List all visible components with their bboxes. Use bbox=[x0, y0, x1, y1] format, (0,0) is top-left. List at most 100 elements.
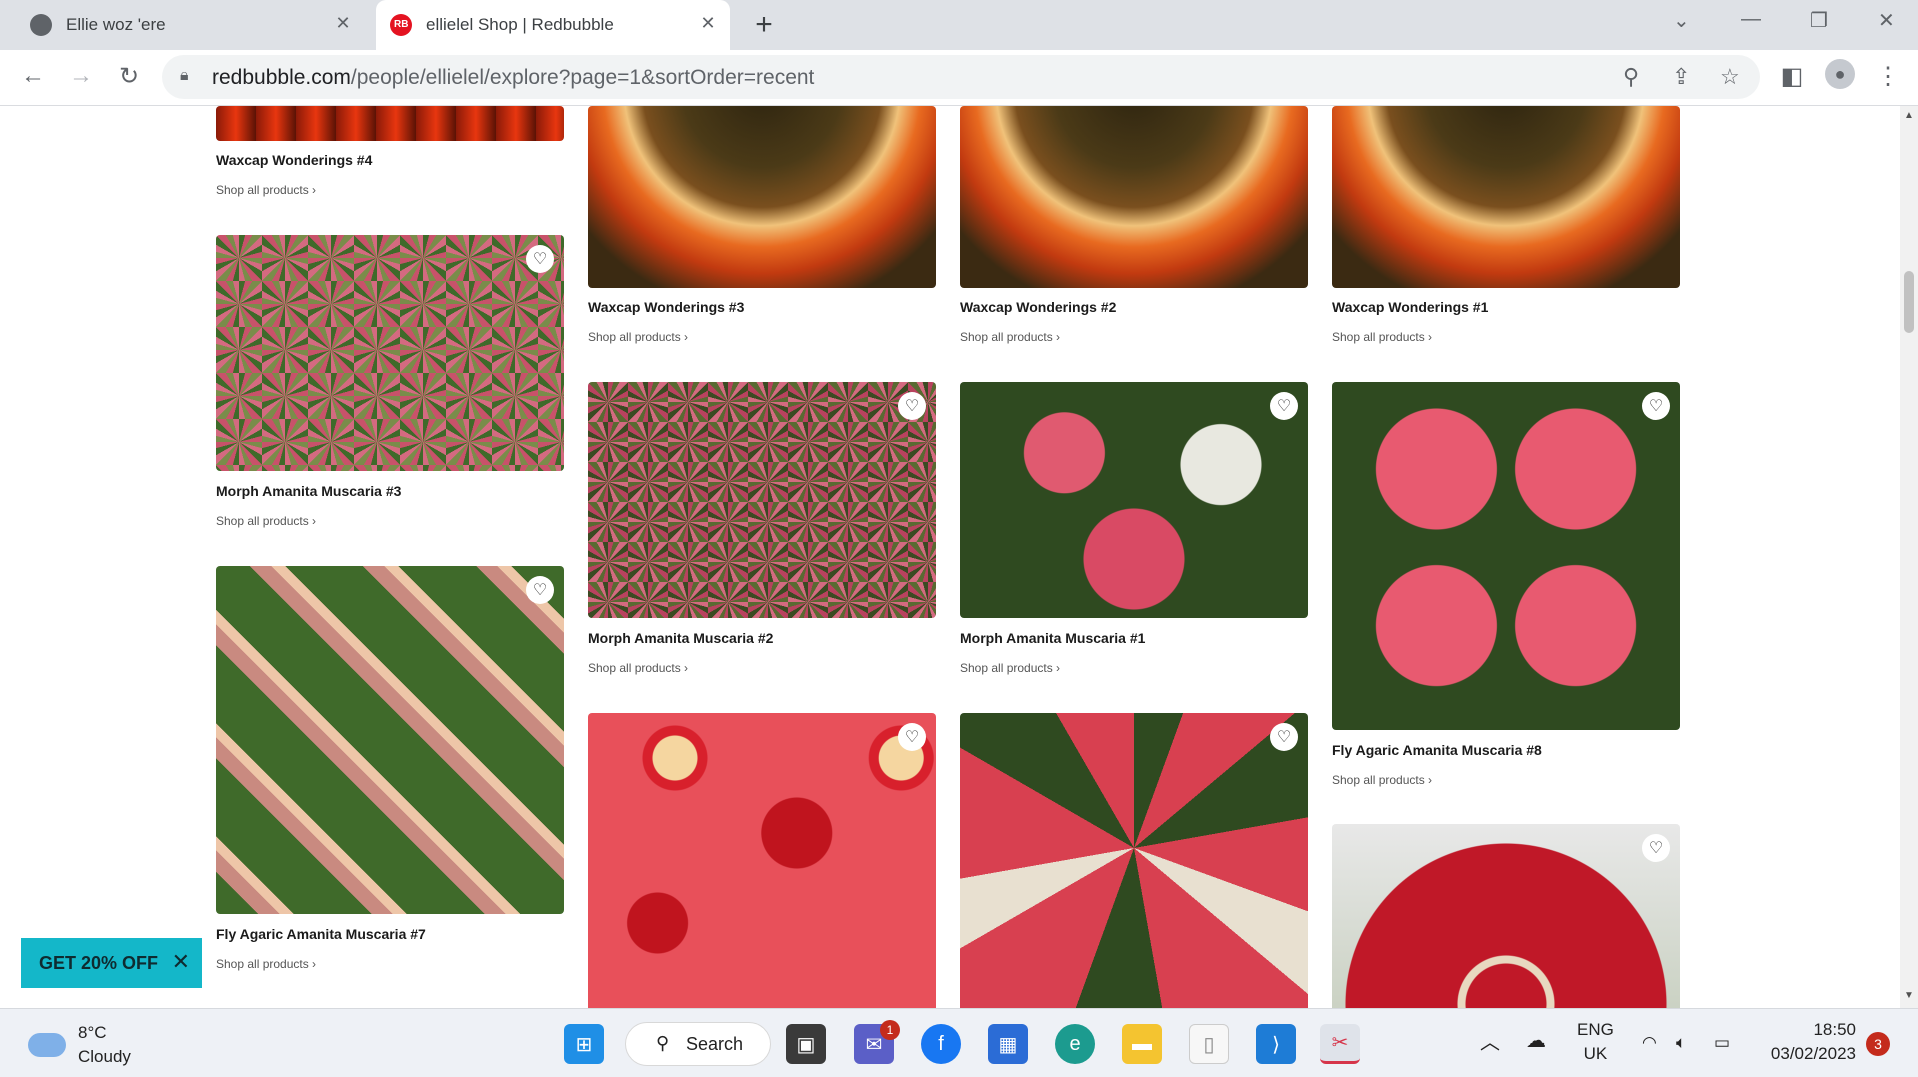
task-view-icon[interactable]: ▣ bbox=[786, 1024, 826, 1064]
new-tab-button[interactable]: + bbox=[748, 8, 780, 42]
search-icon: ⚲ bbox=[656, 1033, 670, 1053]
tab-search-icon[interactable]: ⌄ bbox=[1673, 8, 1690, 33]
onedrive-cloud-icon[interactable]: ☁ bbox=[1526, 1029, 1546, 1053]
search-label: Search bbox=[686, 1033, 744, 1054]
start-windows-icon[interactable]: ⊞ bbox=[564, 1024, 604, 1064]
region-code: UK bbox=[1583, 1044, 1608, 1063]
profile-avatar[interactable]: ● bbox=[1824, 59, 1856, 89]
shop-all-products-link[interactable]: Shop all products › bbox=[216, 514, 316, 528]
notepad-icon[interactable]: ▯ bbox=[1189, 1024, 1229, 1064]
scroll-down-icon[interactable]: ▼ bbox=[1904, 990, 1914, 1001]
wifi-icon[interactable]: ◠ bbox=[1642, 1031, 1657, 1055]
close-icon[interactable]: ✕ bbox=[331, 13, 355, 34]
share-icon[interactable]: ⇪ bbox=[1672, 64, 1690, 90]
weather-temp: 8°C bbox=[78, 1023, 107, 1042]
product-image[interactable]: ♡ bbox=[216, 566, 564, 914]
product-title[interactable]: Waxcap Wonderings #4 bbox=[216, 152, 372, 168]
show-hidden-icons-chevron[interactable]: ︿ bbox=[1480, 1031, 1500, 1055]
tab-title: ellielel Shop | Redbubble bbox=[426, 15, 614, 34]
tab-redbubble-shop[interactable]: ellielel Shop | Redbubble ✕ bbox=[376, 0, 730, 50]
shop-all-products-link[interactable]: Shop all products › bbox=[1332, 773, 1432, 787]
page-scrollbar[interactable]: ▲ ▼ bbox=[1900, 106, 1918, 1008]
zoom-icon[interactable]: ⚲ bbox=[1623, 64, 1639, 90]
vscode-icon[interactable]: ⟩ bbox=[1256, 1024, 1296, 1064]
side-panel-icon[interactable]: ◧ bbox=[1776, 62, 1808, 91]
address-bar[interactable]: 🔒︎ redbubble.com/people/ellielel/explore… bbox=[162, 55, 1760, 99]
favorite-heart-icon[interactable]: ♡ bbox=[1270, 723, 1298, 751]
favorite-heart-icon[interactable]: ♡ bbox=[1642, 834, 1670, 862]
menu-kebab-icon[interactable]: ⋮ bbox=[1872, 62, 1904, 91]
product-image[interactable]: ♡ bbox=[960, 382, 1308, 618]
cloud-icon bbox=[28, 1033, 66, 1057]
product-title[interactable]: Fly Agaric Amanita Muscaria #8 bbox=[1332, 742, 1542, 758]
promo-label[interactable]: GET 20% OFF bbox=[39, 953, 158, 974]
product-title[interactable]: Morph Amanita Muscaria #2 bbox=[588, 630, 773, 646]
bookmark-star-icon[interactable]: ☆ bbox=[1720, 64, 1740, 90]
shop-all-products-link[interactable]: Shop all products › bbox=[1332, 330, 1432, 344]
product-title[interactable]: Waxcap Wonderings #3 bbox=[588, 299, 744, 315]
close-icon[interactable]: ✕ bbox=[172, 949, 190, 975]
url-text[interactable]: redbubble.com/people/ellielel/explore?pa… bbox=[212, 66, 814, 90]
scrollbar-thumb[interactable] bbox=[1904, 271, 1914, 333]
file-explorer-icon[interactable]: ▬ bbox=[1122, 1024, 1162, 1064]
product-image[interactable]: ♡ bbox=[588, 382, 936, 618]
favorite-heart-icon[interactable]: ♡ bbox=[898, 723, 926, 751]
tab-ellie-woz-ere[interactable]: Ellie woz 'ere ✕ bbox=[20, 0, 365, 50]
product-title[interactable]: Waxcap Wonderings #2 bbox=[960, 299, 1116, 315]
favorite-heart-icon[interactable]: ♡ bbox=[1270, 392, 1298, 420]
language-indicator[interactable]: ENG UK bbox=[1577, 1018, 1614, 1066]
weather-condition: Cloudy bbox=[78, 1047, 131, 1066]
window-close-icon[interactable]: ✕ bbox=[1878, 8, 1895, 33]
favorite-heart-icon[interactable]: ♡ bbox=[1642, 392, 1670, 420]
product-image[interactable]: ♡ bbox=[1332, 824, 1680, 1008]
favorite-heart-icon[interactable]: ♡ bbox=[526, 245, 554, 273]
shop-all-products-link[interactable]: Shop all products › bbox=[216, 957, 316, 971]
language-code: ENG bbox=[1577, 1020, 1614, 1039]
scroll-up-icon[interactable]: ▲ bbox=[1904, 110, 1914, 121]
microsoft-store-icon[interactable]: ▦ bbox=[988, 1024, 1028, 1064]
shop-all-products-link[interactable]: Shop all products › bbox=[216, 183, 316, 197]
product-image[interactable] bbox=[960, 106, 1308, 288]
close-icon[interactable]: ✕ bbox=[696, 13, 720, 34]
taskbar-search-button[interactable]: ⚲ Search bbox=[625, 1022, 771, 1066]
windows-taskbar: 8°C Cloudy ⊞ ⚲ Search ▣ ✉ 1 f ▦ e ▬ ▯ ⟩ … bbox=[0, 1008, 1918, 1077]
discount-promo-button[interactable]: GET 20% OFF ✕ bbox=[21, 938, 202, 988]
lock-icon[interactable]: 🔒︎ bbox=[180, 67, 189, 85]
product-image[interactable] bbox=[216, 106, 564, 141]
edge-browser-icon[interactable]: e bbox=[1055, 1024, 1095, 1064]
shop-all-products-link[interactable]: Shop all products › bbox=[960, 330, 1060, 344]
facebook-icon[interactable]: f bbox=[921, 1024, 961, 1064]
volume-icon[interactable]: 🔈︎ bbox=[1676, 1031, 1686, 1055]
redbubble-logo-icon bbox=[390, 14, 412, 36]
battery-icon[interactable]: ▭ bbox=[1714, 1031, 1730, 1055]
shop-all-products-link[interactable]: Shop all products › bbox=[588, 330, 688, 344]
snipping-tool-icon[interactable]: ✂ bbox=[1320, 1024, 1360, 1064]
tab-strip: Ellie woz 'ere ✕ ellielel Shop | Redbubb… bbox=[0, 0, 1918, 50]
product-title[interactable]: Morph Amanita Muscaria #3 bbox=[216, 483, 401, 499]
product-title[interactable]: Morph Amanita Muscaria #1 bbox=[960, 630, 1145, 646]
product-image[interactable]: ♡ bbox=[216, 235, 564, 471]
clock-time: 18:50 bbox=[1813, 1020, 1856, 1039]
product-title[interactable]: Waxcap Wonderings #1 bbox=[1332, 299, 1488, 315]
clock[interactable]: 18:50 03/02/2023 bbox=[1760, 1018, 1856, 1066]
product-image[interactable] bbox=[588, 106, 936, 288]
reload-icon[interactable]: ↻ bbox=[113, 62, 145, 91]
product-title[interactable]: Fly Agaric Amanita Muscaria #7 bbox=[216, 926, 426, 942]
shop-all-products-link[interactable]: Shop all products › bbox=[588, 661, 688, 675]
tab-title: Ellie woz 'ere bbox=[66, 15, 166, 34]
clock-date: 03/02/2023 bbox=[1770, 1044, 1856, 1063]
favorite-heart-icon[interactable]: ♡ bbox=[526, 576, 554, 604]
product-image[interactable] bbox=[1332, 106, 1680, 288]
product-image[interactable]: ♡ bbox=[960, 713, 1308, 1008]
restore-icon[interactable]: ❐ bbox=[1810, 8, 1828, 33]
weather-widget[interactable]: 8°C Cloudy bbox=[28, 1021, 131, 1069]
product-image[interactable]: ♡ bbox=[1332, 382, 1680, 730]
back-icon[interactable]: ← bbox=[17, 62, 49, 90]
minimize-icon[interactable]: — bbox=[1741, 8, 1761, 31]
notification-count-badge[interactable]: 3 bbox=[1866, 1032, 1890, 1056]
product-image[interactable]: ♡ bbox=[588, 713, 936, 1008]
browser-toolbar: ← → ↻ 🔒︎ redbubble.com/people/ellielel/e… bbox=[0, 50, 1918, 106]
shop-all-products-link[interactable]: Shop all products › bbox=[960, 661, 1060, 675]
favorite-heart-icon[interactable]: ♡ bbox=[898, 392, 926, 420]
forward-icon[interactable]: → bbox=[65, 62, 97, 90]
